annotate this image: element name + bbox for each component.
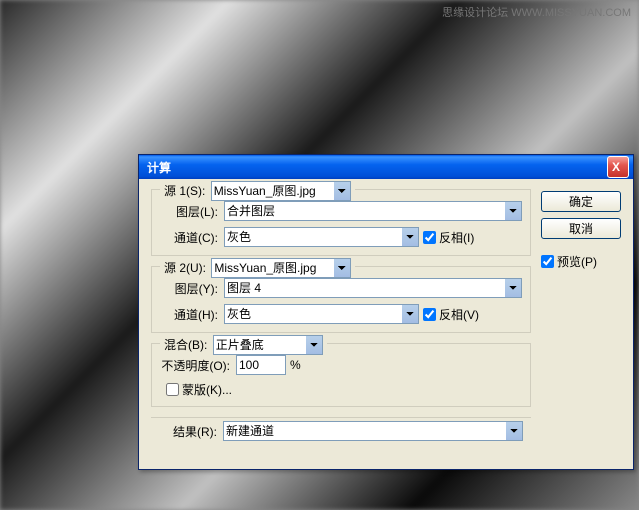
source1-channel-select[interactable]: 灰色: [224, 227, 419, 247]
opacity-input[interactable]: [236, 355, 286, 375]
mask-input[interactable]: [166, 383, 179, 396]
source1-layer-select[interactable]: 合并图层: [224, 201, 522, 221]
source1-channel-label: 通道(C):: [160, 229, 220, 246]
mask-checkbox[interactable]: 蒙版(K)...: [166, 381, 232, 398]
blend-label: 混合(B): 正片叠底: [160, 335, 327, 355]
source1-group: 源 1(S): MissYuan_原图.jpg 图层(L): 合并图层 通道(C…: [151, 189, 531, 256]
source1-layer-label: 图层(L):: [160, 203, 220, 220]
source1-invert-checkbox[interactable]: 反相(I): [423, 229, 474, 246]
result-label: 结果(R):: [159, 423, 219, 440]
source2-invert-input[interactable]: [423, 308, 436, 321]
blend-mode-select[interactable]: 正片叠底: [213, 335, 323, 355]
source2-group: 源 2(U): MissYuan_原图.jpg 图层(Y): 图层 4 通道(H…: [151, 266, 531, 333]
source1-file-select[interactable]: MissYuan_原图.jpg: [211, 181, 351, 201]
watermark-text: 思缘设计论坛 WWW.MISSYUAN.COM: [442, 4, 631, 20]
ok-button[interactable]: 确定: [541, 191, 621, 212]
dialog-titlebar[interactable]: 计算 X: [139, 155, 633, 179]
calculations-dialog: 计算 X 源 1(S): MissYuan_原图.jpg 图层(L): 合并图层…: [138, 154, 634, 470]
preview-checkbox[interactable]: 预览(P): [541, 253, 621, 270]
opacity-label: 不透明度(O):: [160, 357, 232, 374]
source2-invert-checkbox[interactable]: 反相(V): [423, 306, 479, 323]
source2-layer-select[interactable]: 图层 4: [224, 278, 522, 298]
source2-channel-select[interactable]: 灰色: [224, 304, 419, 324]
opacity-suffix: %: [290, 358, 301, 372]
cancel-button[interactable]: 取消: [541, 218, 621, 239]
blend-group: 混合(B): 正片叠底 不透明度(O): % 蒙版(K)...: [151, 343, 531, 407]
source2-label: 源 2(U): MissYuan_原图.jpg: [160, 258, 355, 278]
preview-input[interactable]: [541, 255, 554, 268]
close-button[interactable]: X: [607, 156, 629, 178]
result-group: 结果(R): 新建通道: [151, 417, 531, 445]
source2-layer-label: 图层(Y):: [160, 280, 220, 297]
result-select[interactable]: 新建通道: [223, 421, 523, 441]
source1-label: 源 1(S): MissYuan_原图.jpg: [160, 181, 355, 201]
source2-file-select[interactable]: MissYuan_原图.jpg: [211, 258, 351, 278]
dialog-title: 计算: [143, 159, 607, 176]
source1-invert-input[interactable]: [423, 231, 436, 244]
source2-channel-label: 通道(H):: [160, 306, 220, 323]
close-icon: X: [608, 160, 628, 174]
